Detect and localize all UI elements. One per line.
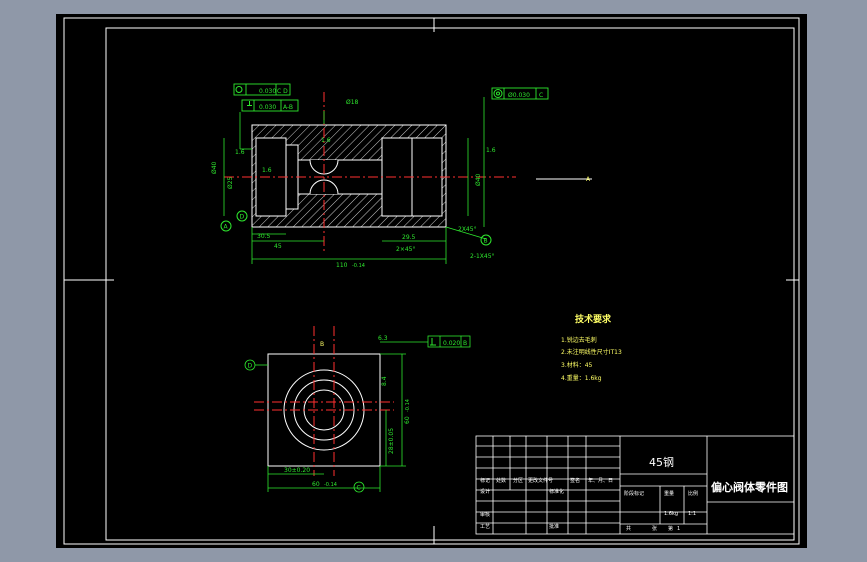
chamfer-main: 2X45°: [458, 226, 477, 233]
side-base-tol: -0.14: [324, 482, 337, 488]
length-tolerance: -0.14: [352, 263, 365, 269]
datum-a: A: [224, 224, 229, 231]
review-label: 审核: [480, 511, 490, 518]
stage-label: 阶段标记: [624, 490, 644, 497]
diameter-right: Ø40: [475, 173, 482, 186]
side-center-label: B: [320, 341, 324, 348]
side-flatness-datum: B: [463, 340, 467, 347]
flatness-datum: A-B: [283, 104, 293, 111]
material: 45钢: [649, 456, 674, 469]
right-fcf-value: Ø0.030: [508, 92, 530, 99]
roughness-4: 1.6: [486, 147, 496, 154]
length-left-2: 45: [274, 243, 282, 250]
total-label: 共: [626, 525, 631, 532]
flatness-value: 0.030: [259, 104, 276, 111]
cad-drawing: 0.030 C D 0.030 A-B Ø0.030 C Ø18 2X45° 2…: [63, 17, 800, 545]
side-height-tol: -0.14: [405, 399, 411, 412]
drawing-sheet: 0.030 C D 0.030 A-B Ø0.030 C Ø18 2X45° 2…: [56, 14, 807, 548]
position-datum: C D: [277, 88, 288, 95]
process-label: 工艺: [480, 524, 490, 530]
datum-b: B: [484, 238, 488, 245]
bore-dimension: Ø18: [346, 99, 359, 106]
tech-item-4: 4.重量：1.6kg: [561, 374, 602, 382]
right-fcf-datum: C: [539, 92, 543, 99]
datum-d: D: [240, 214, 245, 221]
side-datum-c: C: [357, 485, 361, 492]
side-height-dim: 28±0.05: [388, 428, 395, 454]
hdr-mark: 标记: [480, 477, 490, 484]
hdr-change-doc: 更改文件号: [528, 477, 553, 484]
outer-frame: [63, 17, 800, 545]
chamfer-small: 2-1X45°: [470, 253, 495, 260]
tech-item-2: 2.未注明线性尺寸IT13: [561, 348, 622, 356]
diameter-mid: Ø25: [227, 176, 234, 189]
scale-value: 1:1: [688, 511, 696, 517]
side-top-dim: 8.4: [381, 376, 388, 386]
part-name: 偏心阀体零件图: [711, 480, 788, 494]
hdr-date: 年、月、日: [588, 477, 613, 484]
roughness-3: 1.6: [321, 137, 331, 144]
hdr-zone: 分区: [513, 477, 523, 484]
roughness-1: 1.6: [235, 149, 245, 156]
diameter-left: Ø40: [211, 161, 218, 174]
sheet-num-label: 第: [668, 525, 673, 532]
designer-label: 设计: [480, 488, 490, 495]
position-value: 0.030: [259, 88, 276, 95]
tech-title: 技术要求: [575, 313, 612, 325]
side-height-total: 60: [404, 416, 411, 424]
length-left-1: 30.5: [257, 233, 271, 240]
side-base-dim: 60: [312, 481, 320, 488]
side-flatness-value: 0.020: [443, 340, 460, 347]
hdr-count: 处数: [496, 477, 506, 484]
tech-item-1: 1.锐边去毛刺: [561, 336, 597, 344]
side-view: [244, 326, 471, 493]
side-roughness: 6.3: [378, 335, 388, 342]
approve-label: 批准: [549, 523, 559, 530]
sheet-num: 1: [677, 526, 680, 532]
side-datum-d: D: [248, 363, 253, 370]
scale-label: 比例: [688, 490, 698, 497]
sheet-unit-label: 张: [652, 525, 657, 532]
roughness-2: 1.6: [262, 167, 272, 174]
inner-frame: [105, 27, 795, 541]
length-right: 29.5: [402, 234, 416, 241]
tech-item-3: 3.材料：45: [561, 361, 593, 369]
length-total: 110: [336, 262, 348, 269]
std-label: 标准化: [549, 488, 564, 495]
chamfer-side: 2×45°: [396, 246, 415, 253]
side-width-dim: 30±0.20: [284, 467, 310, 474]
weight-label: 重量: [664, 490, 674, 497]
hdr-signature: 签名: [570, 477, 580, 484]
weight-value: 1.6kg: [664, 511, 678, 517]
